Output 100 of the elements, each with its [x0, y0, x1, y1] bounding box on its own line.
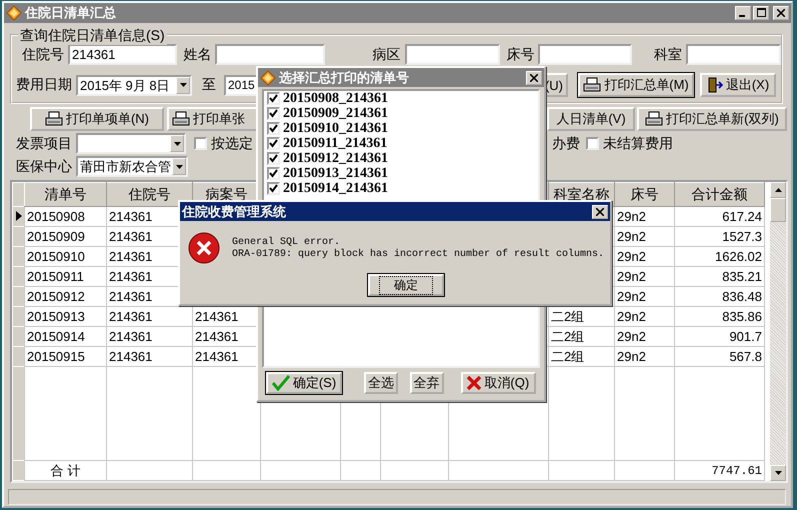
total-label: 合 计: [50, 462, 80, 478]
table-cell: 214361: [109, 329, 152, 344]
field-label: 住院号: [21, 46, 65, 64]
cross-icon: [467, 376, 482, 390]
printer-icon: [172, 111, 190, 127]
maximize-icon: [756, 8, 766, 17]
table-cell: 1626.02: [715, 249, 762, 264]
table-cell: 29n2: [617, 309, 646, 324]
print-button[interactable]: 打印单项单(N): [30, 107, 164, 131]
table-cell: 214361: [109, 289, 152, 304]
dialog-title: 选择汇总打印的清单号: [279, 68, 410, 86]
checkbox[interactable]: [194, 137, 207, 150]
table-cell: 835.21: [722, 269, 762, 284]
table-cell: 20150913: [27, 309, 85, 324]
field-label: 发票项目: [15, 134, 73, 152]
field-label: 科室: [653, 46, 684, 64]
list-item[interactable]: 20150909_214361: [283, 106, 388, 121]
table-cell: 214361: [195, 349, 238, 364]
list-item[interactable]: 20150911_214361: [283, 136, 388, 151]
table-cell: 214361: [109, 209, 152, 224]
list-item[interactable]: 20150914_214361: [283, 181, 388, 196]
table-cell: 29n2: [617, 289, 646, 304]
error-icon: [188, 232, 220, 264]
field-label: 至: [201, 76, 217, 94]
checkbox[interactable]: [267, 182, 280, 195]
dropdown-icon: [170, 135, 184, 152]
table-cell: 二2组: [551, 308, 584, 324]
scroll-up-button[interactable]: [770, 182, 786, 198]
input-field[interactable]: 214361: [68, 44, 178, 65]
checkbox[interactable]: [267, 92, 280, 105]
table-cell: 214361: [109, 309, 152, 324]
invoice-combo[interactable]: [76, 133, 186, 154]
up-arrow-icon: [774, 188, 782, 192]
checkbox[interactable]: [267, 107, 280, 120]
list-item[interactable]: 20150912_214361: [283, 151, 388, 166]
checkbox-label: 办费: [552, 134, 580, 152]
table-cell: 20150914: [27, 329, 85, 344]
close-icon: [596, 208, 604, 216]
dialog-button[interactable]: 全弃: [410, 372, 444, 394]
dialog-button[interactable]: 确定(S): [266, 372, 342, 394]
dialog-button[interactable]: 全选: [364, 372, 398, 394]
dropdown-icon: [172, 158, 186, 175]
input-field[interactable]: [538, 44, 632, 65]
ok-button[interactable]: 确定: [368, 274, 444, 296]
table-cell: 20150915: [27, 349, 85, 364]
table-cell: 214361: [109, 229, 152, 244]
app-icon: [6, 5, 22, 21]
table-cell: 567.8: [729, 349, 762, 364]
table-cell: 二2组: [551, 348, 584, 364]
check-icon: [272, 375, 290, 391]
table-cell: 214361: [195, 309, 238, 324]
table-cell: 29n2: [617, 349, 646, 364]
close-icon: [777, 9, 785, 17]
error-message: ORA-01789: query block has incorrect number of result columns.: [232, 249, 604, 261]
checkbox[interactable]: [267, 137, 280, 150]
error-message: General SQL error.: [232, 237, 342, 248]
checkbox[interactable]: [267, 122, 280, 135]
field-label: 床号: [505, 46, 536, 64]
table-cell: 214361: [109, 349, 152, 364]
list-item[interactable]: 20150908_214361: [283, 91, 388, 106]
checkbox[interactable]: [267, 167, 280, 180]
close-icon: [530, 74, 538, 82]
table-cell: 1527.3: [722, 229, 762, 244]
checkbox[interactable]: [267, 152, 280, 165]
dialog-button[interactable]: 取消(Q): [460, 372, 536, 394]
close-button[interactable]: [592, 204, 608, 218]
dialog-title: 住院收费管理系统: [182, 202, 287, 220]
field-label: 姓名: [182, 46, 212, 64]
input-field[interactable]: [215, 44, 325, 65]
table-cell: 20150911: [27, 269, 84, 284]
field-label: 病区: [372, 46, 402, 64]
table-cell: 29n2: [617, 209, 646, 224]
scroll-down-button[interactable]: [770, 465, 786, 481]
checkbox[interactable]: [586, 137, 599, 150]
table-cell: 214361: [195, 329, 238, 344]
toolbar-button[interactable]: 打印汇总单(M): [578, 73, 694, 97]
input-field[interactable]: [686, 44, 781, 65]
print-button[interactable]: 打印汇总单新(双列): [637, 107, 787, 131]
dropdown-icon: [176, 76, 190, 94]
table-cell: 20150908: [27, 209, 85, 224]
printer-icon: [583, 77, 602, 93]
table-cell: 29n2: [617, 269, 646, 284]
date-picker[interactable]: 2015年 9月 8日: [76, 74, 192, 96]
print-button[interactable]: 人日清单(V): [547, 107, 635, 131]
table-cell: 901.7: [729, 329, 762, 344]
toolbar-button[interactable]: 退出(X): [700, 73, 776, 97]
table-cell: 29n2: [617, 249, 646, 264]
down-arrow-icon: [774, 471, 782, 475]
insurance-combo[interactable]: 莆田市新农合管: [76, 156, 188, 177]
table-cell: 29n2: [617, 329, 646, 344]
list-item[interactable]: 20150910_214361: [283, 121, 388, 136]
table-cell: 20150909: [27, 229, 85, 244]
table-cell: 20150912: [27, 289, 85, 304]
app-icon: [260, 70, 276, 86]
scroll-thumb[interactable]: [770, 198, 786, 222]
table-cell: 214361: [109, 249, 152, 264]
input-field[interactable]: [404, 44, 500, 65]
list-item[interactable]: 20150913_214361: [283, 166, 388, 181]
table-cell: 836.48: [722, 289, 762, 304]
table-cell: 617.24: [722, 209, 762, 224]
